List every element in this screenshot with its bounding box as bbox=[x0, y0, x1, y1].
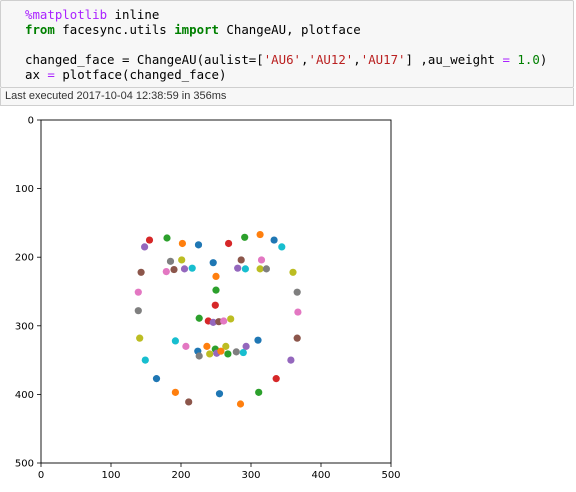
code-token: 1.0 bbox=[517, 52, 540, 67]
data-point bbox=[178, 256, 186, 264]
x-tick-label: 200 bbox=[171, 470, 190, 481]
data-point bbox=[136, 334, 144, 342]
execution-status: Last executed 2017-10-04 12:38:59 in 356… bbox=[0, 88, 574, 106]
data-point bbox=[255, 388, 263, 396]
data-point bbox=[254, 336, 262, 344]
code-token: , bbox=[301, 52, 309, 67]
code-line-1: %matplotlib inline bbox=[25, 7, 573, 22]
y-tick-label: 0 bbox=[28, 116, 34, 127]
data-point bbox=[141, 356, 149, 364]
code-token: ] ,au_weight bbox=[405, 52, 503, 67]
data-point bbox=[152, 375, 161, 383]
code-token: from bbox=[25, 22, 55, 37]
data-point bbox=[212, 286, 220, 294]
x-tick-label: 500 bbox=[381, 470, 400, 481]
code-editor[interactable]: %matplotlib inline from facesync.utils im… bbox=[0, 0, 574, 88]
data-point bbox=[293, 334, 301, 342]
data-point bbox=[206, 350, 214, 358]
data-point bbox=[293, 288, 301, 296]
data-point bbox=[227, 315, 235, 323]
data-point bbox=[287, 356, 295, 364]
y-tick-label: 100 bbox=[15, 184, 34, 195]
x-tick-label: 0 bbox=[38, 470, 44, 481]
data-point bbox=[237, 256, 245, 264]
data-point bbox=[224, 350, 232, 358]
x-tick-label: 400 bbox=[311, 470, 330, 481]
data-point bbox=[188, 264, 196, 272]
data-point bbox=[270, 236, 278, 244]
code-token: %matplotlib bbox=[25, 7, 108, 22]
x-tick-label: 100 bbox=[101, 470, 120, 481]
data-point bbox=[215, 390, 224, 398]
data-point bbox=[234, 264, 242, 272]
x-tick-label: 300 bbox=[241, 470, 260, 481]
y-tick-label: 300 bbox=[15, 321, 34, 332]
data-point bbox=[171, 388, 179, 396]
data-point bbox=[241, 265, 249, 273]
code-token: 'AU12' bbox=[308, 52, 354, 67]
code-token: 'AU17' bbox=[360, 52, 406, 67]
data-point bbox=[166, 257, 175, 265]
code-line-2: from facesync.utils import ChangeAU, plo… bbox=[25, 22, 573, 37]
code-token: 'AU6' bbox=[263, 52, 302, 67]
data-point bbox=[182, 342, 190, 350]
data-point bbox=[145, 236, 154, 244]
data-point bbox=[171, 337, 179, 345]
data-point bbox=[262, 265, 270, 273]
data-point bbox=[194, 241, 203, 249]
data-point bbox=[134, 307, 142, 315]
data-point bbox=[272, 375, 280, 383]
code-token: changed_face = ChangeAU(aulist=[ bbox=[25, 52, 264, 67]
data-point bbox=[256, 230, 264, 239]
data-point bbox=[170, 265, 178, 274]
code-line-5: ax = plotface(changed_face) bbox=[25, 67, 573, 82]
code-token: ) bbox=[539, 52, 548, 67]
code-line-4: changed_face = ChangeAU(aulist=['AU6','A… bbox=[25, 52, 573, 67]
data-point bbox=[289, 268, 297, 276]
y-tick-label: 400 bbox=[15, 390, 34, 401]
data-point bbox=[239, 348, 247, 357]
data-point bbox=[203, 342, 211, 350]
code-token: inline bbox=[107, 7, 160, 22]
data-point bbox=[211, 301, 219, 309]
data-point bbox=[134, 288, 142, 296]
data-point bbox=[225, 239, 233, 248]
code-token: = bbox=[47, 67, 55, 82]
data-point bbox=[294, 308, 302, 316]
data-point bbox=[180, 265, 189, 273]
data-point bbox=[278, 243, 286, 251]
data-point bbox=[212, 272, 220, 281]
code-token: import bbox=[174, 22, 219, 37]
face-scatter-chart: 0 100 200 300 400 500 0 100 200 300 400 500 bbox=[15, 116, 401, 482]
code-token: ax bbox=[25, 67, 48, 82]
data-point bbox=[195, 352, 203, 360]
data-point bbox=[141, 243, 149, 251]
y-tick-label: 500 bbox=[15, 459, 34, 470]
data-point bbox=[163, 234, 171, 242]
data-point bbox=[257, 256, 266, 264]
code-token: facesync.utils bbox=[54, 22, 175, 37]
code-token: ChangeAU, plotface bbox=[218, 22, 361, 37]
code-token: plotface(changed_face) bbox=[54, 67, 227, 82]
data-point bbox=[241, 233, 249, 241]
data-point bbox=[195, 314, 203, 322]
data-point bbox=[220, 317, 228, 325]
data-point bbox=[242, 342, 250, 350]
plot-output: 0 100 200 300 400 500 0 100 200 300 400 500 bbox=[0, 110, 420, 492]
data-point bbox=[209, 259, 217, 267]
code-token: = bbox=[502, 52, 510, 67]
y-tick-label: 200 bbox=[15, 253, 34, 264]
data-point bbox=[222, 342, 230, 350]
data-point bbox=[137, 268, 145, 276]
data-point bbox=[162, 268, 170, 276]
data-point bbox=[185, 398, 193, 406]
code-token: , bbox=[353, 52, 361, 67]
data-point bbox=[236, 400, 245, 408]
data-point bbox=[178, 239, 186, 248]
data-point bbox=[256, 265, 264, 273]
data-point bbox=[232, 348, 240, 356]
